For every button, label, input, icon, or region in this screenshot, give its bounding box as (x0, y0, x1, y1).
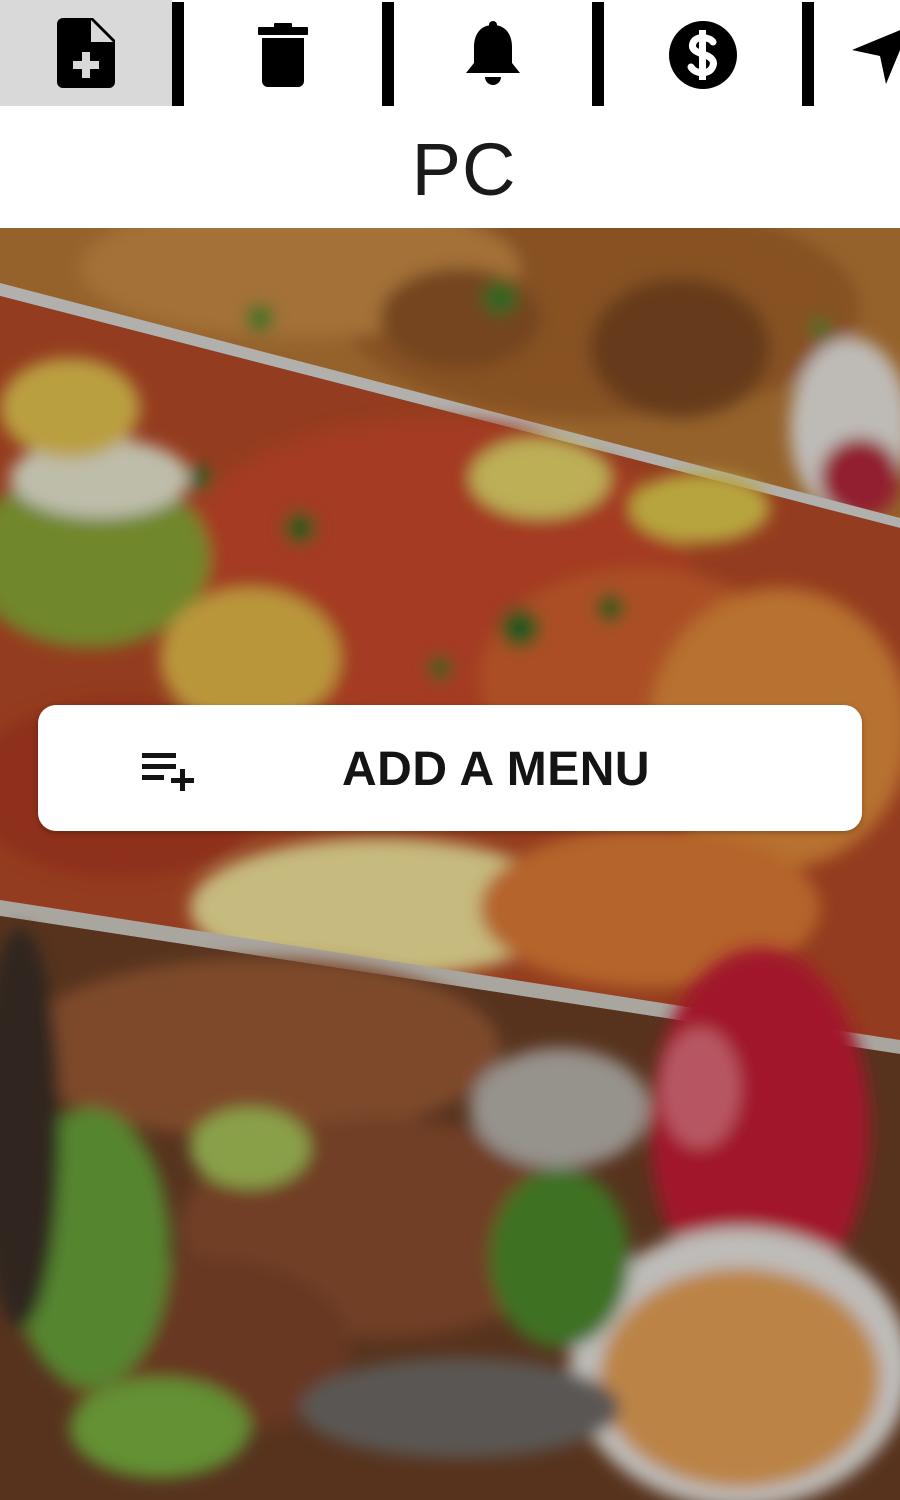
toolbar-divider (802, 2, 814, 106)
toolbar-divider (382, 2, 394, 106)
toolbar-divider (172, 2, 184, 106)
dollar-icon (669, 21, 737, 89)
add-menu-button[interactable]: ADD A MENU (38, 705, 862, 831)
top-toolbar (0, 0, 900, 110)
image-dim-overlay (0, 228, 900, 1500)
toolbar-divider (592, 2, 604, 106)
header: PC (0, 110, 900, 228)
pricing-button[interactable] (604, 0, 802, 110)
navigation-arrow-icon (852, 30, 900, 84)
page-title: PC (411, 127, 517, 211)
new-document-button[interactable] (0, 0, 172, 106)
new-document-icon (57, 18, 115, 88)
navigation-button[interactable] (814, 0, 900, 110)
trash-icon (258, 23, 308, 87)
delete-button[interactable] (184, 0, 382, 110)
notifications-button[interactable] (394, 0, 592, 110)
add-menu-label: ADD A MENU (342, 743, 651, 796)
playlist-add-icon (142, 751, 198, 796)
food-collage-image (0, 228, 900, 1500)
app-screen: PC ADD A MENU (0, 0, 900, 1500)
bell-icon (466, 21, 520, 85)
